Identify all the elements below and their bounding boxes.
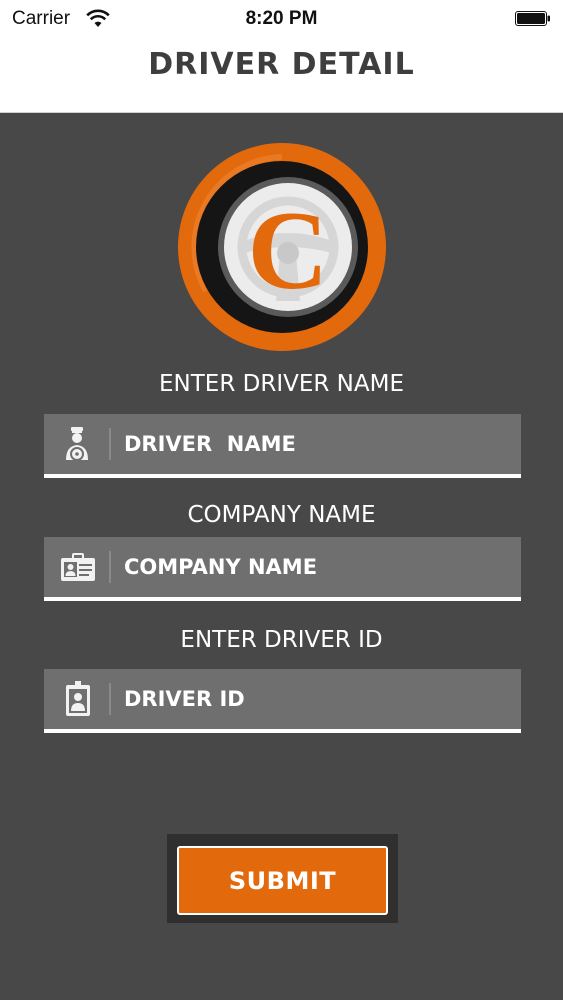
driver-icon: [66, 427, 88, 461]
submit-button-container: SUBMIT: [167, 834, 398, 923]
status-time: 8:20 PM: [245, 8, 318, 29]
steering-wheel-logo: C: [178, 143, 386, 351]
id-card-icon: [61, 553, 95, 581]
driver-id-label: ENTER DRIVER ID: [180, 627, 383, 653]
status-bar: Carrier 8:20 PM: [0, 0, 563, 38]
badge-icon: [66, 681, 90, 716]
driver-id-field[interactable]: [44, 669, 521, 733]
navigation-bar: DRIVER DETAIL: [0, 38, 563, 113]
logo-letter: C: [248, 189, 329, 313]
driver-name-label: ENTER DRIVER NAME: [159, 371, 404, 397]
submit-button[interactable]: SUBMIT: [177, 846, 388, 915]
field-divider: [109, 683, 111, 715]
driver-detail-form: C ENTER DRIVER NAME COMPANY NAME ENTER: [0, 113, 563, 1000]
driver-id-input[interactable]: [124, 669, 504, 729]
company-name-label: COMPANY NAME: [187, 502, 376, 528]
field-divider: [109, 428, 111, 460]
company-name-input[interactable]: [124, 537, 504, 597]
driver-name-field[interactable]: [44, 414, 521, 478]
driver-name-input[interactable]: [124, 414, 504, 474]
page-title: DRIVER DETAIL: [148, 47, 415, 82]
company-name-field[interactable]: [44, 537, 521, 601]
field-divider: [109, 551, 111, 583]
battery-icon: [515, 11, 550, 26]
